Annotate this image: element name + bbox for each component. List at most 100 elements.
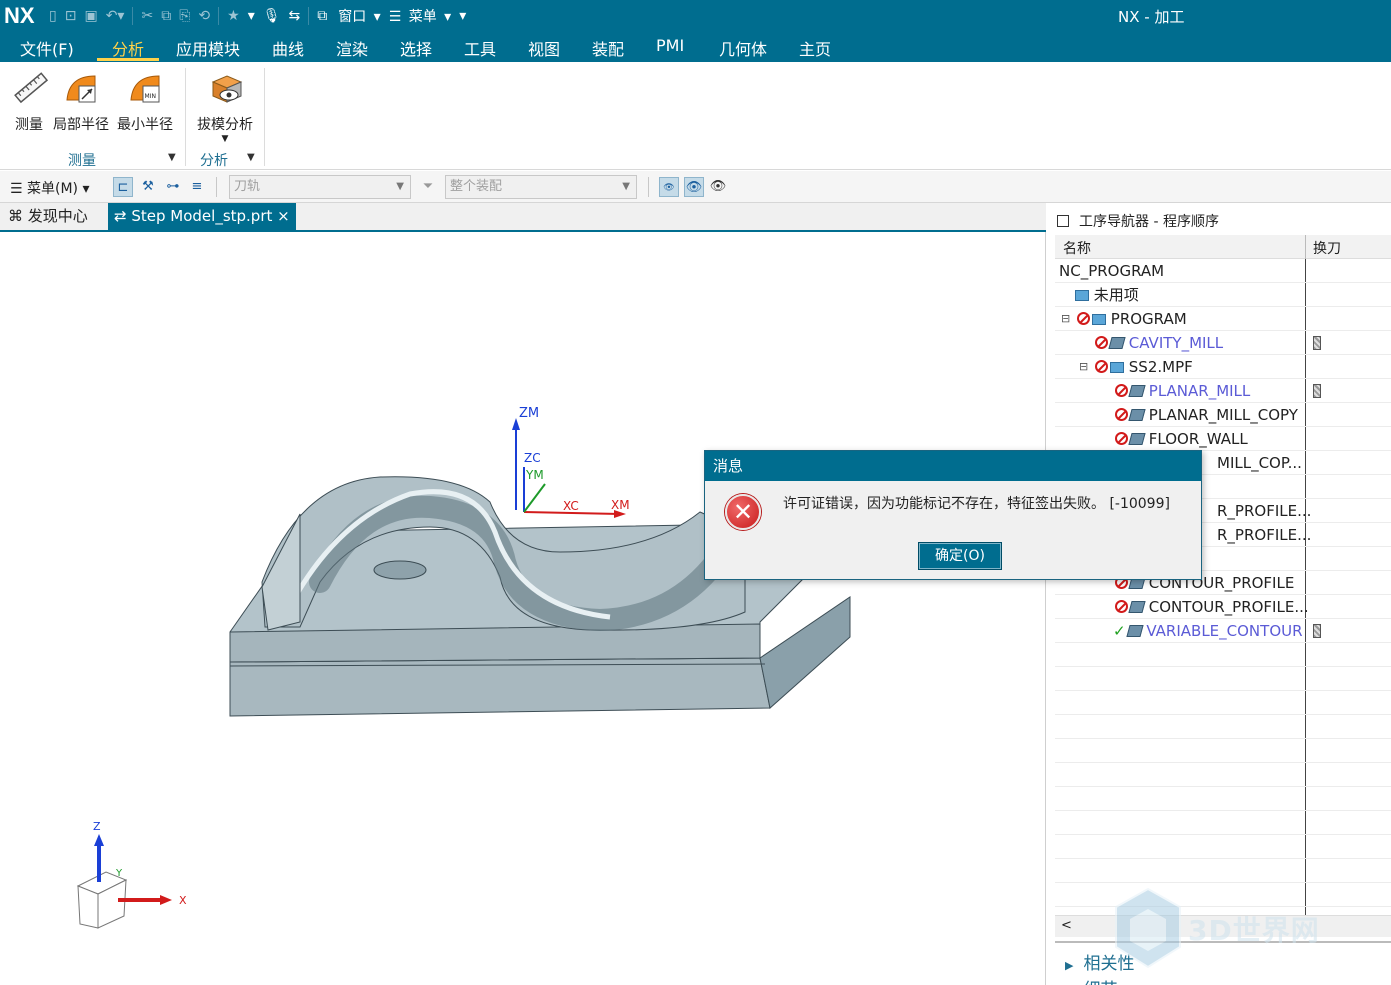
tree-row-empty	[1055, 859, 1391, 883]
tab-pmi[interactable]: PMI	[656, 36, 684, 55]
ym-label: YM	[525, 468, 544, 482]
tab-geometry[interactable]: 几何体	[719, 36, 767, 60]
tree-row-floor-wall[interactable]: FLOOR_WALL	[1055, 427, 1391, 451]
favorite-icon[interactable]: ★	[224, 8, 243, 24]
tree-row-nc-program[interactable]: NC_PROGRAM	[1055, 259, 1391, 283]
dropdown-icon[interactable]: ▾	[245, 8, 258, 24]
tab-select[interactable]: 选择	[400, 36, 432, 60]
hide-object-icon[interactable]: 👁	[708, 177, 728, 197]
hole	[373, 560, 427, 580]
qa-separator	[308, 7, 310, 25]
tab-discovery-label: 发现中心	[27, 207, 88, 225]
tree-row-cavity-mill[interactable]: CAVITY_MILL	[1055, 331, 1391, 355]
tree-row-variable-contour[interactable]: ✓ VARIABLE_CONTOUR	[1055, 619, 1391, 643]
measure-group-dropdown-icon[interactable]: ▼	[168, 152, 176, 163]
touch-icon[interactable]: ⇆	[286, 8, 304, 24]
customize-icon[interactable]: ▾	[456, 8, 469, 24]
measure-label: 测量	[15, 117, 43, 133]
column-tool-change-header[interactable]: 换刀	[1313, 238, 1341, 258]
tab-curve[interactable]: 曲线	[272, 36, 304, 60]
copy-icon[interactable]: ⧉	[158, 8, 174, 24]
machine-tool-view-icon[interactable]: ⚒	[138, 177, 158, 197]
column-name-header[interactable]: 名称	[1063, 238, 1091, 258]
chevron-down-icon: ▼	[396, 181, 404, 192]
draft-analysis-icon	[211, 75, 243, 103]
tab-analysis[interactable]: 分析	[112, 36, 144, 60]
undo-icon[interactable]: ↶▾	[103, 8, 128, 24]
base-front-face	[229, 657, 771, 717]
tab-view[interactable]: 视图	[528, 36, 560, 60]
tab-render[interactable]: 渲染	[336, 36, 368, 60]
assembly-scope-combo[interactable]: 整个装配 ▼	[445, 175, 637, 199]
draft-analysis-dropdown-icon[interactable]: ▼	[194, 134, 256, 144]
tab-assembly[interactable]: 装配	[592, 36, 624, 60]
tab-step-model[interactable]: ⇄ Step Model_stp.prt ×	[108, 203, 296, 230]
min-radius-button[interactable]: MIN 最小半径	[116, 68, 174, 134]
window-menu[interactable]: 窗口 ▾	[332, 6, 383, 26]
tab-tools[interactable]: 工具	[464, 36, 496, 60]
model-view: ZM ZC YM XC XM Z Y X	[76, 406, 862, 929]
tree-row-label: PLANAR_MILL	[1148, 382, 1251, 400]
close-tab-icon[interactable]: ×	[277, 207, 290, 225]
qa-separator	[218, 7, 220, 25]
tree-row-planar-mill-copy[interactable]: PLANAR_MILL_COPY	[1055, 403, 1391, 427]
collapse-icon[interactable]: ⊟	[1061, 307, 1070, 331]
program-order-view-icon[interactable]: ⊏	[113, 177, 133, 197]
message-dialog: 消息 ✕ 许可证错误，因为功能标记不存在，特征签出失败。 [-10099] 确定…	[704, 450, 1202, 580]
ok-button[interactable]: 确定(O)	[918, 542, 1002, 570]
tree-row-ss2-mpf[interactable]: ⊟ SS2.MPF	[1055, 355, 1391, 379]
tab-file[interactable]: 文件(F)	[20, 36, 74, 60]
chevron-down-icon: ▼	[622, 181, 630, 192]
open-file-icon[interactable]: ⊡	[62, 8, 80, 24]
tab-home[interactable]: 主页	[799, 36, 831, 60]
navigator-column-header: 名称 换刀	[1055, 235, 1391, 259]
geometry-view-icon[interactable]: ⊶	[163, 177, 183, 197]
filter-icon[interactable]: ⏷	[418, 177, 438, 197]
measure-button[interactable]: 测量	[10, 68, 49, 134]
cut-icon[interactable]: ✂	[138, 8, 156, 24]
window-icon[interactable]: ⧉	[314, 8, 330, 24]
local-radius-button[interactable]: 局部半径	[52, 68, 110, 134]
tree-row-unused[interactable]: 未用项	[1055, 283, 1391, 307]
view-y-label: Y	[115, 868, 123, 879]
paste-icon[interactable]: ⎘	[176, 8, 193, 24]
analysis-group-dropdown-icon[interactable]: ▼	[247, 152, 255, 163]
view-x-arrow-icon	[160, 895, 172, 905]
draft-analysis-button[interactable]: 拔模分析 ▼	[194, 68, 256, 144]
graphics-window[interactable]: ZM ZC YM XC XM Z Y X	[0, 232, 1046, 985]
navigator-header: 工序导航器 - 程序顺序	[1057, 211, 1219, 231]
tree-row-planar-mill[interactable]: PLANAR_MILL	[1055, 379, 1391, 403]
toolpath-filter-combo[interactable]: 刀轨 ▼	[229, 175, 411, 199]
main-menu[interactable]: ☰ 菜单 ▾	[386, 6, 455, 26]
tree-row-contour-profile-2[interactable]: CONTOUR_PROFILE...	[1055, 595, 1391, 619]
folder-icon	[1092, 314, 1106, 325]
toolpath-filter-placeholder: 刀轨	[234, 179, 261, 194]
scroll-left-icon[interactable]: <	[1061, 918, 1072, 933]
save-icon[interactable]: ▣	[81, 8, 100, 24]
tab-applications[interactable]: 应用模块	[176, 36, 240, 60]
show-object-icon[interactable]: 👁	[684, 177, 704, 197]
tree-row-label: R_PROFILE...	[1217, 502, 1312, 520]
method-view-icon[interactable]: ≡	[187, 177, 207, 197]
min-radius-label: 最小半径	[117, 117, 173, 133]
zc-label: ZC	[524, 451, 541, 465]
details-section[interactable]: ▶细节	[1065, 975, 1117, 985]
nx-logo: NX	[4, 3, 35, 28]
collapse-icon[interactable]: ⊟	[1079, 355, 1088, 379]
tree-row-empty	[1055, 643, 1391, 667]
maximize-icon[interactable]	[1057, 215, 1069, 227]
tree-row-program[interactable]: ⊟ PROGRAM	[1055, 307, 1391, 331]
xm-label: XM	[611, 498, 630, 512]
tree-row-label: CONTOUR_PROFILE...	[1148, 598, 1309, 616]
show-mcs-icon[interactable]: 👁	[659, 177, 679, 197]
new-file-icon[interactable]: ▯	[46, 8, 60, 24]
microphone-icon[interactable]: 🎙	[260, 8, 284, 24]
repeat-icon[interactable]: ⟲	[195, 8, 213, 24]
dialog-title[interactable]: 消息	[705, 451, 1201, 481]
column-divider[interactable]	[1305, 235, 1306, 259]
tree-row-label: FLOOR_WALL	[1148, 430, 1248, 448]
menu-button[interactable]: ☰ 菜单(M) ▾	[10, 178, 90, 198]
watermark-text: 3D世界网	[1188, 914, 1320, 947]
selection-toolbar: ☰ 菜单(M) ▾ ⊏ ⚒ ⊶ ≡ 刀轨 ▼ ⏷ 整个装配 ▼ 👁 👁 👁	[0, 171, 1391, 203]
tab-discovery-center[interactable]: ⌘ 发现中心	[2, 203, 94, 230]
